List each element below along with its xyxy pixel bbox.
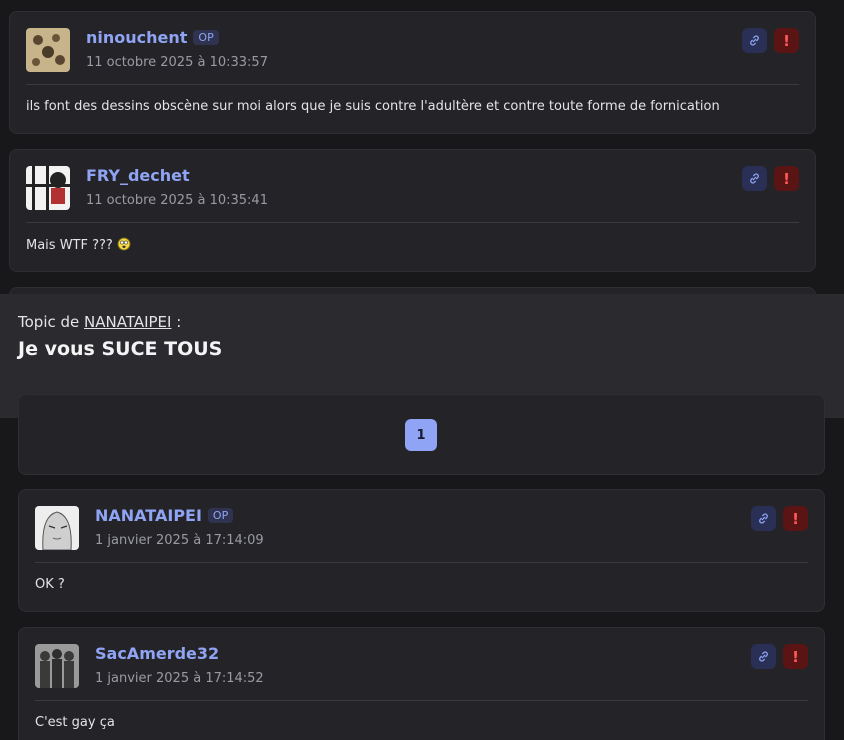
post-header: NANATAIPEI OP 1 janvier 2025 à 17:14:09 ! — [35, 506, 808, 552]
exclamation-icon: ! — [783, 31, 790, 50]
post-header: ninouchent OP 11 octobre 2025 à 10:33:57 … — [26, 28, 799, 74]
permalink-button[interactable] — [751, 506, 776, 531]
report-button[interactable]: ! — [783, 644, 808, 669]
avatar-image — [35, 506, 79, 550]
post-content: Mais WTF ??? — [26, 237, 131, 253]
divider — [26, 222, 799, 223]
author-link[interactable]: NANATAIPEI — [95, 506, 202, 525]
op-badge: OP — [193, 30, 219, 45]
post-content: C'est gay ça — [35, 715, 115, 730]
author-name[interactable]: ninouchent OP — [86, 28, 219, 47]
permalink-button[interactable] — [751, 644, 776, 669]
divider — [35, 700, 808, 701]
post-content: OK ? — [35, 577, 65, 592]
post-actions: ! — [742, 166, 799, 191]
post-card: ninouchent OP 11 octobre 2025 à 10:33:57 … — [9, 11, 816, 134]
post-card: SacAmerde32 1 janvier 2025 à 17:14:52 ! … — [18, 627, 825, 740]
exclamation-icon: ! — [792, 509, 799, 528]
avatar[interactable] — [35, 644, 79, 688]
post-date[interactable]: 1 janvier 2025 à 17:14:52 — [95, 671, 264, 686]
avatar-image — [26, 28, 70, 72]
topic-title: Je vous SUCE TOUS — [18, 338, 223, 360]
avatar[interactable] — [26, 166, 70, 210]
post-card: NANATAIPEI OP 1 janvier 2025 à 17:14:09 !… — [18, 489, 825, 612]
link-icon — [759, 651, 768, 662]
page-button-current[interactable]: 1 — [405, 419, 437, 451]
link-icon — [759, 513, 768, 524]
avatar[interactable] — [26, 28, 70, 72]
report-button[interactable]: ! — [783, 506, 808, 531]
op-badge: OP — [207, 508, 234, 523]
author-name[interactable]: SacAmerde32 — [95, 644, 219, 663]
topic-author-link[interactable]: NANATAIPEI — [84, 313, 171, 331]
report-button[interactable]: ! — [774, 28, 799, 53]
post-actions: ! — [751, 506, 808, 531]
pagination: 1 — [18, 394, 825, 475]
smiley-icon — [117, 237, 131, 251]
post-header: SacAmerde32 1 janvier 2025 à 17:14:52 ! — [35, 644, 808, 690]
avatar-image — [26, 166, 70, 210]
post-date[interactable]: 11 octobre 2025 à 10:35:41 — [86, 193, 268, 208]
post-date[interactable]: 1 janvier 2025 à 17:14:09 — [95, 533, 264, 548]
permalink-button[interactable] — [742, 166, 767, 191]
avatar-image — [35, 644, 79, 688]
post-card: FRY_dechet 11 octobre 2025 à 10:35:41 ! … — [9, 149, 816, 272]
post-actions: ! — [751, 644, 808, 669]
link-icon — [750, 35, 759, 46]
link-icon — [750, 173, 759, 184]
report-button[interactable]: ! — [774, 166, 799, 191]
author-name[interactable]: NANATAIPEI OP — [95, 506, 234, 525]
divider — [26, 84, 799, 85]
divider — [35, 562, 808, 563]
author-link[interactable]: ninouchent — [86, 28, 187, 47]
avatar[interactable] — [35, 506, 79, 550]
exclamation-icon: ! — [792, 647, 799, 666]
post-header: FRY_dechet 11 octobre 2025 à 10:35:41 ! — [26, 166, 799, 212]
author-name[interactable]: FRY_dechet — [86, 166, 190, 185]
topic-author-line: Topic de NANATAIPEI : — [18, 313, 181, 331]
post-text: Mais WTF ??? — [26, 238, 113, 253]
exclamation-icon: ! — [783, 169, 790, 188]
post-content: ils font des dessins obscène sur moi alo… — [26, 99, 720, 114]
post-actions: ! — [742, 28, 799, 53]
permalink-button[interactable] — [742, 28, 767, 53]
topic-suffix: : — [171, 313, 182, 331]
topic-prefix: Topic de — [18, 313, 80, 331]
post-date[interactable]: 11 octobre 2025 à 10:33:57 — [86, 55, 268, 70]
